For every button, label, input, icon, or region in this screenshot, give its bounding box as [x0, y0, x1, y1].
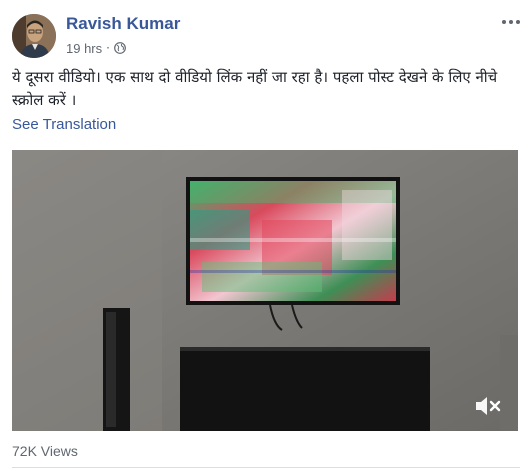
profile-photo-icon — [12, 14, 56, 58]
post-timestamp[interactable]: 19 hrs — [66, 41, 102, 56]
view-count: 72K Views — [12, 443, 78, 459]
author-name[interactable]: Ravish Kumar — [66, 14, 180, 34]
video-player[interactable] — [12, 150, 518, 431]
see-translation-link[interactable]: See Translation — [12, 116, 116, 133]
globe-icon[interactable] — [114, 42, 126, 54]
video-frame — [12, 150, 518, 431]
post-text: ये दूसरा वीडियो। एक साथ दो वीडियो लिंक न… — [12, 68, 498, 109]
ellipsis-icon[interactable] — [500, 14, 522, 28]
muted-speaker-icon[interactable] — [474, 395, 502, 417]
post-meta: 19 hrs · — [66, 40, 126, 56]
meta-separator: · — [106, 41, 110, 55]
author-avatar[interactable] — [12, 14, 56, 58]
facebook-post: Ravish Kumar 19 hrs · ये दूसरा वीडियो। ए… — [0, 0, 532, 471]
divider — [12, 467, 520, 468]
